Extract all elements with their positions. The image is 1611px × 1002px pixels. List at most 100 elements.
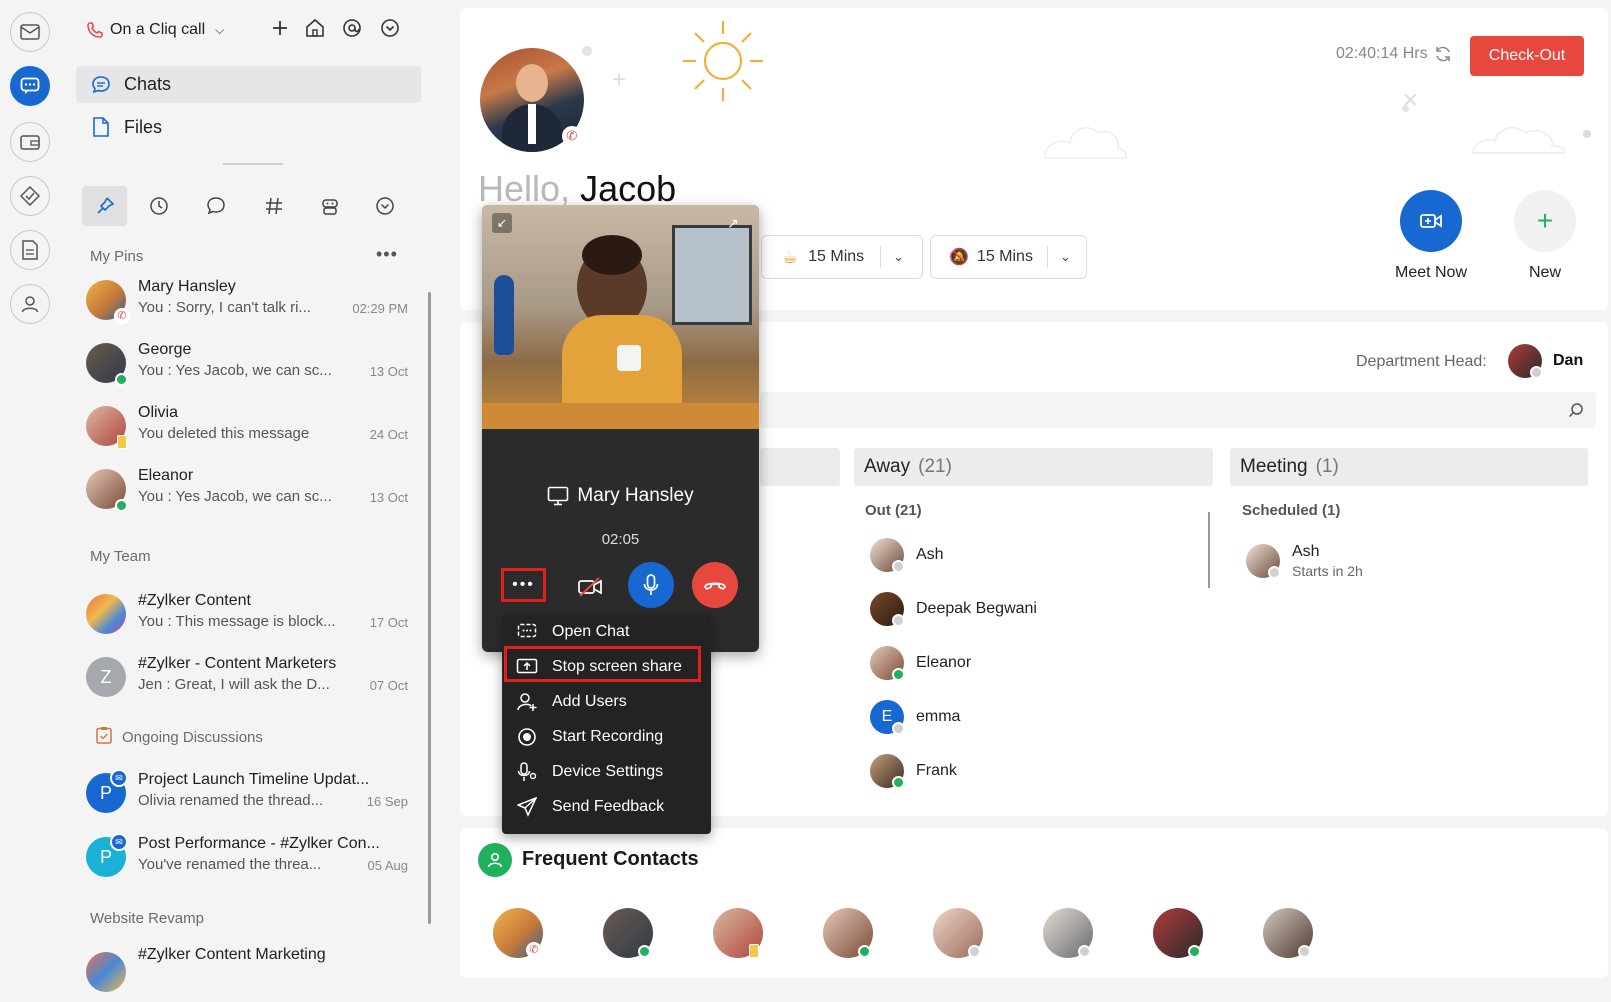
minimize-icon[interactable]: ↙ xyxy=(492,213,512,233)
chat-item[interactable]: P ✉ Project Launch Timeline Updat... Oli… xyxy=(84,765,408,825)
menu-item-device-settings[interactable]: Device Settings xyxy=(502,755,711,789)
menu-item-add-users[interactable]: Add Users xyxy=(502,685,711,719)
person-icon[interactable] xyxy=(10,284,50,324)
away-count: (21) xyxy=(918,456,952,477)
chat-name: #Zylker Content Marketing xyxy=(138,946,326,963)
chat-preview: You : Yes Jacob, we can sc... xyxy=(138,362,332,379)
break-pill-dnd[interactable]: 🔕 15 Mins ⌄ xyxy=(930,235,1087,279)
document-icon[interactable] xyxy=(10,230,50,270)
avatar xyxy=(870,754,905,789)
menu-item-send-feedback[interactable]: Send Feedback xyxy=(502,790,711,824)
circle-chevron-icon[interactable] xyxy=(380,18,402,40)
device-settings-icon xyxy=(516,761,538,783)
person-item[interactable]: Ash xyxy=(870,537,944,573)
menu-item-start-recording[interactable]: Start Recording xyxy=(502,720,711,754)
video-plus-icon xyxy=(1420,214,1442,228)
nav-files[interactable]: Files xyxy=(76,108,421,145)
more-options-button[interactable]: ••• xyxy=(501,568,546,602)
chat-item[interactable]: Olivia You deleted this message 24 Oct xyxy=(84,398,408,458)
person-item[interactable]: Frank xyxy=(870,753,957,789)
record-icon xyxy=(516,726,538,748)
chat-item[interactable]: P ✉ Post Performance - #Zylker Con... Yo… xyxy=(84,829,408,889)
caller-info: Mary Hansley xyxy=(482,485,759,507)
chat-name: Project Launch Timeline Updat... xyxy=(138,771,370,788)
more-filters-icon[interactable] xyxy=(375,196,395,221)
coffee-icon: ☕ xyxy=(782,246,799,267)
menu-item-label: Open Chat xyxy=(552,623,630,640)
sun-icon xyxy=(683,21,763,101)
more-options-icon[interactable]: ••• xyxy=(376,244,398,265)
cloud-icon xyxy=(1472,126,1567,154)
chat-item[interactable]: Z #Zylker - Content Marketers Jen : Grea… xyxy=(84,649,408,709)
phone-icon: ✆ xyxy=(526,942,542,958)
chat-item[interactable]: #Zylker Content Marketing xyxy=(84,942,408,1002)
column-header-away[interactable]: Away (21) xyxy=(854,448,1213,486)
chat-name: Olivia xyxy=(138,404,179,421)
clock-icon[interactable] xyxy=(149,196,169,221)
mute-button[interactable] xyxy=(628,562,674,608)
menu-item-label: Start Recording xyxy=(552,728,664,745)
pin-filter-icon[interactable] xyxy=(82,186,127,226)
away-subgroup: Out (21) xyxy=(865,502,922,519)
avatar xyxy=(1246,544,1281,579)
home-icon[interactable] xyxy=(305,18,327,40)
chat-name: George xyxy=(138,341,192,358)
chevron-down-icon: ⌵ xyxy=(215,22,225,37)
column-header-meeting[interactable]: Meeting (1) xyxy=(1230,448,1588,486)
sidebar: On a Cliq call ⌵ Chats Files My Pins •••… xyxy=(60,0,438,992)
avatar xyxy=(86,952,126,992)
chat-icon[interactable] xyxy=(10,66,50,106)
microphone-icon xyxy=(643,574,659,595)
menu-item-open-chat[interactable]: Open Chat xyxy=(502,615,711,649)
break-pill-coffee[interactable]: ☕ 15 Mins ⌄ xyxy=(761,235,923,279)
search-input[interactable] xyxy=(760,392,1596,428)
person-item[interactable]: Deepak Begwani xyxy=(870,591,1037,627)
video-off-button[interactable] xyxy=(570,567,610,607)
mention-icon[interactable] xyxy=(342,18,364,40)
person-item[interactable]: Eleanor xyxy=(870,645,971,681)
plus-icon[interactable] xyxy=(270,18,292,40)
chat-time: 13 Oct xyxy=(369,490,408,505)
avatar xyxy=(86,594,126,634)
end-call-button[interactable] xyxy=(692,562,738,608)
chat-item[interactable]: George You : Yes Jacob, we can sc... 13 … xyxy=(84,335,408,395)
expand-icon[interactable]: ↗ xyxy=(727,215,739,232)
person-item[interactable]: E emma xyxy=(870,699,960,735)
menu-item-stop-screen-share[interactable]: Stop screen share xyxy=(502,646,711,684)
avatar: E xyxy=(870,700,905,735)
clipboard-icon xyxy=(96,726,112,749)
refresh-icon[interactable] xyxy=(1434,45,1452,63)
call-status-dropdown[interactable]: On a Cliq call ⌵ xyxy=(86,18,224,42)
sidebar-scrollbar[interactable] xyxy=(428,292,431,924)
hash-icon[interactable] xyxy=(264,196,284,221)
phone-icon xyxy=(87,22,103,38)
avatar xyxy=(870,646,905,681)
bot-icon[interactable] xyxy=(320,196,340,221)
meet-now-button[interactable] xyxy=(1400,190,1462,252)
nav-chats-label: Chats xyxy=(124,74,172,94)
chat-item[interactable]: ✆ Mary Hansley You : Sorry, I can't talk… xyxy=(84,272,408,332)
meeting-count: (1) xyxy=(1315,456,1339,477)
add-user-icon xyxy=(516,691,538,713)
chat-item[interactable]: #Zylker Content You : This message is bl… xyxy=(84,586,408,646)
dept-head-label: Department Head: xyxy=(1356,353,1487,370)
chat-time: 24 Oct xyxy=(369,427,408,442)
checkout-button[interactable]: Check-Out xyxy=(1470,36,1584,76)
person-name: Frank xyxy=(916,762,957,779)
chat-item[interactable]: Eleanor You : Yes Jacob, we can sc... 13… xyxy=(84,461,408,521)
chat-time: 13 Oct xyxy=(369,364,408,379)
chat-preview: You've renamed the threa... xyxy=(138,856,322,873)
section-ongoing-discussions: Ongoing Discussions xyxy=(122,729,263,746)
mail-icon[interactable] xyxy=(10,12,50,52)
call-popup[interactable]: ↙ ↗ Mary Hansley 02:05 ••• xyxy=(482,205,759,652)
decor-plus: + xyxy=(612,66,627,93)
tasks-icon[interactable] xyxy=(10,176,50,216)
column-header-available xyxy=(760,448,840,486)
new-button[interactable]: + xyxy=(1514,190,1576,252)
nav-chats[interactable]: Chats xyxy=(76,66,421,103)
message-icon[interactable] xyxy=(206,196,226,221)
online-status xyxy=(115,499,128,512)
column-scrollbar[interactable] xyxy=(1208,512,1210,588)
person-item[interactable]: Ash Starts in 2h xyxy=(1246,541,1363,581)
wallet-icon[interactable] xyxy=(10,122,50,162)
